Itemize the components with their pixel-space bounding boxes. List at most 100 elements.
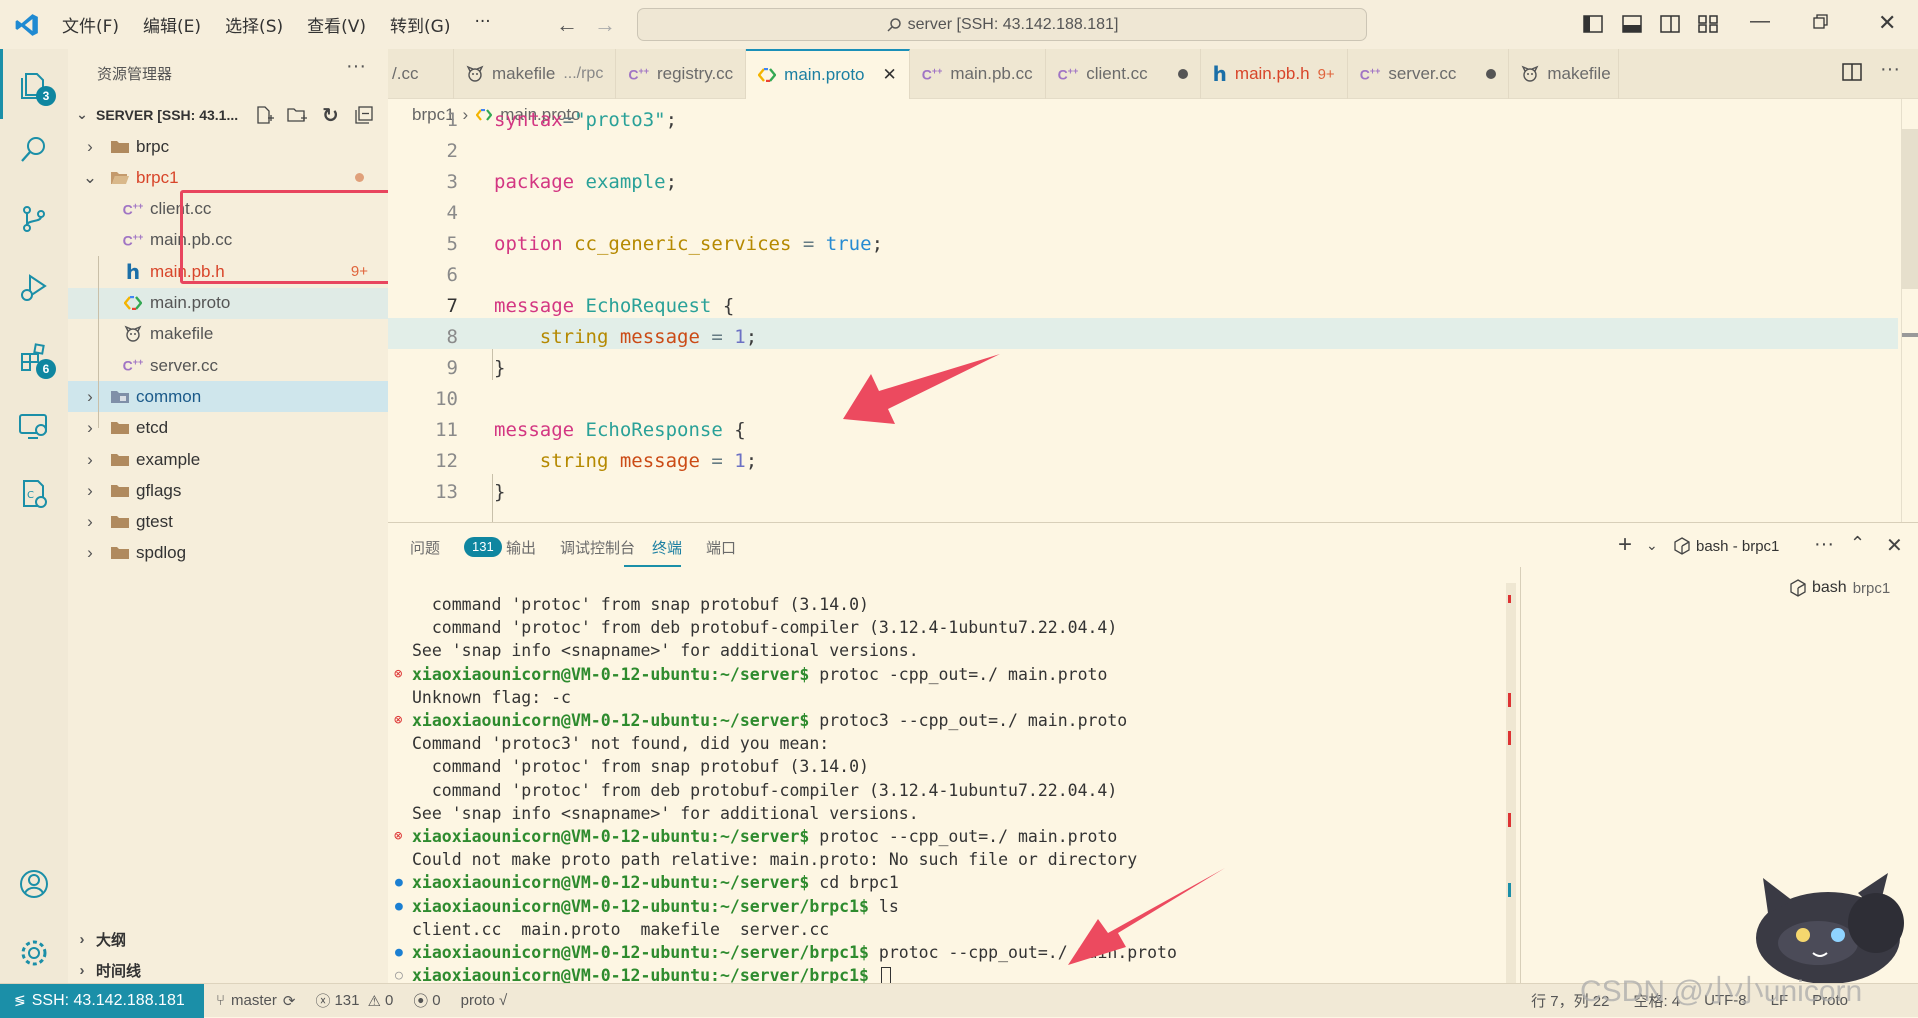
tree-item-brpc1[interactable]: ⌄ brpc1 [68,162,388,193]
tab-main-proto[interactable]: main.proto ✕ [746,49,910,99]
code-editor[interactable]: brpc1 › main.proto 1 syntax="proto3"; 2 3 pa… [388,99,1918,522]
nav-back-icon[interactable]: ← [556,12,578,38]
terminal-dropdown-icon[interactable]: ⌄ [1646,537,1658,554]
chevron-right-icon: › [79,931,85,948]
remote-explorer-icon[interactable] [14,407,54,447]
tab---cc[interactable]: /.cc [388,49,454,99]
code-text: package example; [494,170,678,193]
proto-check-status[interactable]: proto √ [461,992,508,1009]
success-decoration-icon[interactable]: ● [395,871,403,894]
editor-scrollbar[interactable] [1902,129,1918,289]
tab-main-pb-cc[interactable]: C++ main.pb.cc [910,49,1046,99]
problems-indicator[interactable]: ⓧ 131 ⚠ 0 [315,990,393,1011]
maximize-icon[interactable] [1812,14,1828,30]
search-view-icon[interactable] [14,129,54,169]
remote-label: SSH: 43.142.188.181 [31,991,185,1009]
account-icon[interactable] [14,864,54,904]
new-folder-icon[interactable] [286,105,308,125]
settings-gear-icon[interactable] [14,933,54,973]
minimize-icon[interactable]: — [1750,10,1770,33]
toggle-sidebar-icon[interactable] [1583,14,1603,34]
terminal-list-item[interactable]: bash brpc1 [1790,579,1890,597]
close-window-icon[interactable]: ✕ [1878,10,1896,36]
line-number: 10 [435,387,458,410]
toggle-secondary-sidebar-icon[interactable] [1660,14,1680,34]
branch-indicator[interactable]: ⑂ master ⟳ [216,992,295,1010]
explorer-icon[interactable]: 3 [14,64,56,106]
panel-tab-0[interactable]: 问题 [410,537,440,558]
outline-section[interactable]: › 大纲 [68,924,388,955]
tree-item-common[interactable]: › common [68,381,388,413]
editor-more-icon[interactable]: ··· [1880,58,1900,81]
menu-item[interactable]: 查看(V) [295,12,378,37]
ports-indicator[interactable]: ⦿ 0 [413,990,440,1011]
tab-label: makefile [1547,64,1611,83]
terminal-prompt: xiaoxiaounicorn@VM-0-12-ubuntu:~/server/… [412,943,869,962]
tree-item-server-cc[interactable]: C++ server.cc [68,350,388,381]
tree-item-spdlog[interactable]: › spdlog [68,538,388,569]
source-control-icon[interactable] [14,199,54,239]
panel-tab-2[interactable]: 调试控制台 [560,537,635,558]
close-tab-icon[interactable]: ✕ [883,65,897,85]
menu-item[interactable]: 编辑(E) [131,12,213,37]
success-decoration-icon[interactable]: ● [395,941,403,964]
line-number: 2 [446,139,458,162]
menu-item[interactable]: 文件(F) [50,12,131,37]
tab-server-cc[interactable]: C++ server.cc [1348,49,1510,99]
customize-layout-icon[interactable] [1698,14,1718,34]
error-decoration-icon[interactable]: ⊗ [394,663,402,686]
command-center-search[interactable]: server [SSH: 43.142.188.181] [637,8,1367,41]
error-decoration-icon[interactable]: ⊗ [394,709,402,732]
collapse-all-icon[interactable] [354,105,374,125]
makefile-icon [1521,65,1539,83]
menu-item[interactable]: ··· [462,12,502,37]
explorer-root-header[interactable]: ⌄ SERVER [SSH: 43.1... ↻ [68,99,388,130]
terminal-prompt: xiaoxiaounicorn@VM-0-12-ubuntu:~/server$ [412,664,810,684]
copilot-icon[interactable]: C [14,474,54,514]
tree-item-makefile[interactable]: makefile [68,319,388,350]
panel-tab-1[interactable]: 输出 [506,537,536,558]
remote-indicator[interactable]: ≶ SSH: 43.142.188.181 [0,983,204,1018]
maximize-panel-icon[interactable]: ⌃ [1850,533,1865,554]
menu-item[interactable]: 转到(G) [378,12,462,37]
tree-item-gtest[interactable]: › gtest [68,507,388,538]
split-editor-icon[interactable] [1842,62,1862,82]
tab-client-cc[interactable]: C++ client.cc [1046,49,1201,99]
new-file-icon[interactable] [254,105,274,125]
panel-tab-4[interactable]: 端口 [706,537,736,558]
success-decoration-icon[interactable]: ● [395,895,403,918]
sidebar-more-button[interactable]: ··· [346,55,366,78]
tab-makefile[interactable]: makefile [1509,49,1620,99]
tree-item-gflags[interactable]: › gflags [68,475,388,506]
timeline-section[interactable]: › 时间线 [68,955,388,986]
terminal-list-label: bash [1812,579,1847,596]
tab-main-pb-h[interactable]: h main.pb.h 9+ [1201,49,1348,99]
explorer-badge: 3 [36,86,56,106]
panel-tab-3[interactable]: 终端 [652,537,682,558]
run-debug-icon[interactable] [14,267,54,307]
tree-item-brpc[interactable]: › brpc [68,131,388,162]
panel-more-icon[interactable]: ··· [1814,533,1834,556]
refresh-icon[interactable]: ↻ [322,103,339,128]
error-decoration-icon[interactable]: ⊗ [394,825,402,848]
tree-item-main-proto[interactable]: main.proto [68,287,388,319]
toggle-panel-icon[interactable] [1622,14,1642,34]
broadcast-icon: ⦿ [413,993,429,1010]
unsaved-dot-icon[interactable] [1177,69,1188,79]
menu-item[interactable]: 选择(S) [213,12,295,37]
tree-item-etcd[interactable]: › etcd [68,413,388,444]
terminal-scrollbar[interactable] [1506,583,1516,983]
ports-count: 0 [432,992,441,1009]
extensions-icon[interactable]: 6 [14,337,56,379]
tree-item-example[interactable]: › example [68,444,388,475]
sync-icon[interactable]: ⟳ [283,992,296,1010]
terminal-selector[interactable]: bash - brpc1 [1674,537,1779,555]
tab-registry-cc[interactable]: C++ registry.cc [616,49,747,99]
new-terminal-icon[interactable]: + [1618,531,1632,559]
close-panel-icon[interactable]: ✕ [1886,533,1903,558]
nav-forward-icon[interactable]: → [594,12,616,38]
tree-item-label: example [136,449,201,469]
terminal-prompt: xiaoxiaounicorn@VM-0-12-ubuntu:~/server/… [412,896,869,916]
unsaved-dot-icon[interactable] [1486,69,1497,79]
tab-makefile[interactable]: makefile .../rpc [454,49,617,99]
